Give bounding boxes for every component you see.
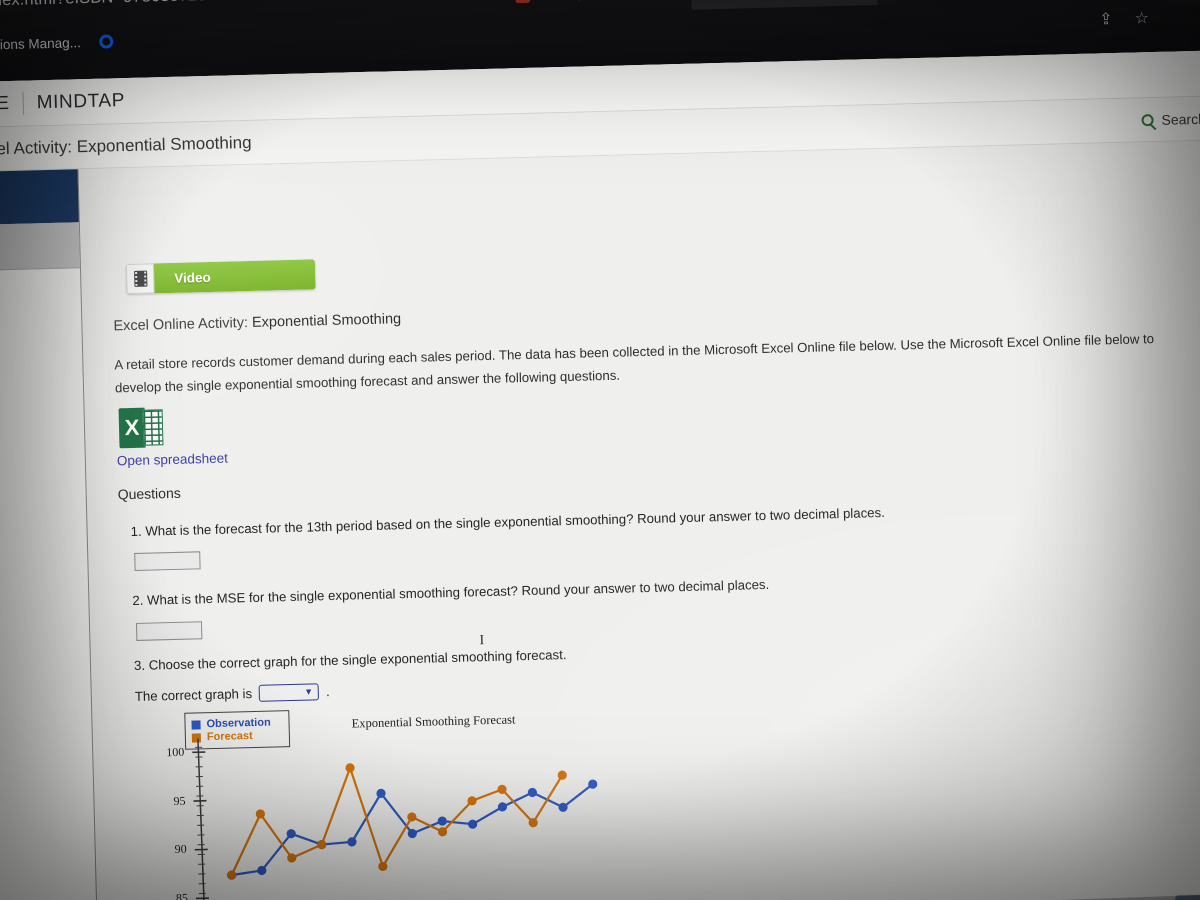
question-text: What is the forecast for the 13th period… bbox=[145, 504, 885, 539]
chart-point-forecast bbox=[407, 812, 417, 822]
excel-file-icon[interactable]: X bbox=[118, 407, 164, 449]
chart-plot-area bbox=[192, 738, 598, 900]
brand-logo: ENGAGE MINDTAP bbox=[0, 89, 125, 117]
search-icon bbox=[1141, 113, 1154, 126]
screen-photo: c/nb/ui/evo/index.html?eISBN=97803571317… bbox=[0, 0, 1200, 900]
question-number: 2. bbox=[132, 592, 144, 609]
mindtap-icon: M bbox=[515, 0, 531, 3]
text-cursor: I bbox=[479, 633, 485, 649]
y-axis-tick-label: 85 bbox=[175, 890, 189, 900]
y-axis-tick-label: 95 bbox=[173, 793, 186, 808]
tab-label: MindTap - Cengage Lea bbox=[537, 0, 663, 2]
chart-line-forecast bbox=[230, 766, 564, 877]
screen-surface: c/nb/ui/evo/index.html?eISBN=97803571317… bbox=[0, 0, 1200, 900]
bookmark-label: Operations Manag... bbox=[0, 34, 82, 53]
y-axis-tick-label: 100 bbox=[166, 744, 185, 760]
search-this-label: Search this bbox=[1161, 110, 1200, 128]
chart-point-observation bbox=[527, 787, 538, 798]
answer-input-1[interactable] bbox=[134, 551, 201, 571]
sidebar-item-secondary[interactable] bbox=[0, 222, 80, 272]
question-number: 3. bbox=[133, 657, 146, 674]
film-icon bbox=[125, 263, 155, 295]
chart-point-forecast bbox=[345, 763, 355, 773]
question-number: 1. bbox=[130, 523, 142, 540]
bookmark-item-operations-management[interactable]: Operations Manag... bbox=[0, 35, 81, 54]
chart-point-observation bbox=[468, 819, 478, 829]
question-3: 3. Choose the correct graph for the sing… bbox=[134, 647, 567, 673]
question-text: Choose the correct graph for the single … bbox=[148, 647, 567, 673]
answer-input-2[interactable] bbox=[135, 621, 203, 641]
activity-intro-text: A retail store records customer demand d… bbox=[114, 331, 1155, 396]
activity-title: Excel Online Activity: Exponential Smoot… bbox=[113, 311, 401, 334]
content-pane: Video Excel Online Activity: Exponential… bbox=[79, 139, 1200, 900]
tab-excel-online-student[interactable]: ● Excel Online Student W × bbox=[690, 0, 878, 10]
activity-title-prefix: Excel Online Activity: bbox=[113, 315, 249, 335]
y-axis-tick-label: 90 bbox=[174, 841, 187, 857]
tab-mindtap[interactable]: M MindTap - Cengage Lea × bbox=[504, 0, 691, 14]
chart-point-forecast bbox=[227, 870, 237, 880]
chart-point-observation bbox=[347, 837, 357, 847]
question-2: 2. What is the MSE for the single expone… bbox=[132, 577, 769, 608]
question-1: 1. What is the forecast for the 13th per… bbox=[130, 505, 884, 539]
q3-trailing-period: . bbox=[325, 684, 330, 700]
chart-option-a[interactable]: A. Exponential Smoothing Forecast Observ… bbox=[111, 702, 758, 900]
url-bar[interactable]: c/nb/ui/evo/index.html?eISBN=97803571317… bbox=[0, 0, 534, 20]
chart-point-observation bbox=[497, 802, 508, 812]
activity-title-suffix: Exponential Smoothing bbox=[251, 311, 402, 331]
tab-excel-online-activity[interactable]: C Excel Online Activity: M × bbox=[877, 0, 1064, 5]
excel-icon-letter: X bbox=[118, 407, 146, 449]
bookmark-star-icon[interactable]: ☆ bbox=[1134, 8, 1149, 28]
brand-divider bbox=[22, 91, 24, 115]
brand-cengage: ENGAGE bbox=[0, 92, 10, 116]
brand-mindtap: MINDTAP bbox=[36, 89, 126, 113]
questions-heading: Questions bbox=[117, 484, 181, 503]
mindtap-app: ENGAGE MINDTAP ter 09 Excel Activity: Ex… bbox=[0, 49, 1200, 900]
chart-point-forecast bbox=[317, 839, 327, 850]
bookmarks-bar: ps Operations Manag... bbox=[0, 26, 114, 61]
browser-tool-icons: ⇪ ☆ bbox=[1099, 8, 1149, 29]
circle-icon bbox=[98, 34, 114, 49]
sidebar-item-question-1[interactable]: n 1 bbox=[0, 169, 79, 226]
question-3-answer-row: The correct graph is ▼ . bbox=[135, 683, 330, 705]
chart-point-forecast bbox=[378, 861, 388, 872]
chart-point-observation bbox=[437, 816, 447, 826]
question-text: What is the MSE for the single exponenti… bbox=[146, 576, 770, 608]
search-this-button[interactable]: Search this bbox=[1141, 110, 1200, 128]
bookmark-item[interactable] bbox=[98, 34, 114, 49]
excel-icon-grid bbox=[142, 409, 164, 446]
video-button-label: Video bbox=[153, 259, 316, 294]
video-button[interactable]: Video bbox=[125, 259, 316, 295]
breadcrumb: ter 09 Excel Activity: Exponential Smoot… bbox=[0, 132, 252, 159]
share-icon[interactable]: ⇪ bbox=[1099, 9, 1113, 29]
q3-prompt-label: The correct graph is bbox=[134, 686, 253, 704]
tab-strip: M MindTap - Cengage Lea × ● Excel Online… bbox=[504, 0, 1200, 14]
open-spreadsheet-link[interactable]: Open spreadsheet bbox=[117, 451, 228, 469]
graph-choice-dropdown[interactable]: ▼ bbox=[258, 683, 320, 702]
chevron-down-icon: ▼ bbox=[303, 686, 314, 697]
